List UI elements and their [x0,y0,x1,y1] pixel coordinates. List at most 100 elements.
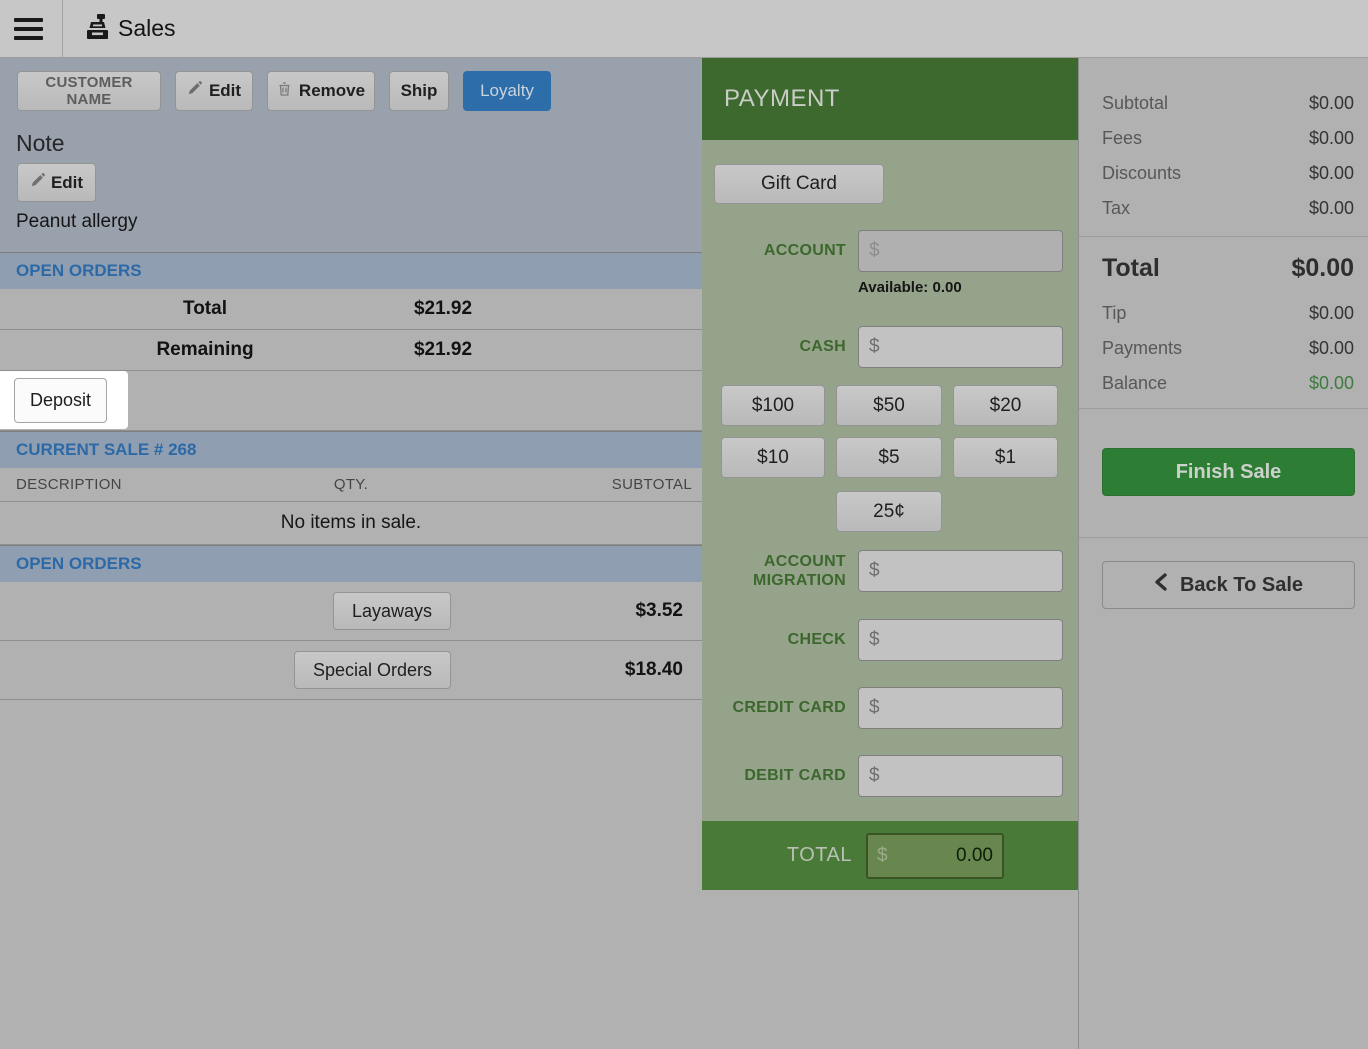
payment-total-bar: TOTAL $ [702,821,1078,890]
denomination-5-button[interactable]: $5 [836,437,942,478]
debit-card-amount-input[interactable] [880,765,1063,787]
credit-card-label: CREDIT CARD [702,698,846,717]
currency-symbol: $ [869,765,880,787]
cash-register-icon [84,13,111,48]
gift-card-button[interactable]: Gift Card [714,164,884,204]
discounts-row: Discounts $0.00 [1102,156,1354,191]
payment-title: PAYMENT [702,85,840,113]
debit-card-amount-group: $ Max [858,755,1063,797]
denomination-25c-button[interactable]: 25¢ [836,491,942,532]
account-migration-amount-input[interactable] [880,560,1063,582]
loyalty-button[interactable]: Loyalty [463,71,551,111]
sales-screen: Sales CUSTOMER NAME Edit Remove Ship Loy… [0,0,1368,1049]
debit-card-payment-row: DEBIT CARD $ Max [702,755,1063,797]
remove-customer-label: Remove [299,81,365,101]
check-amount-box: $ [859,620,1063,660]
tax-value: $0.00 [1309,198,1354,219]
denomination-50-button[interactable]: $50 [836,385,942,426]
layaways-value: $3.52 [635,600,683,622]
trash-icon [277,81,292,102]
customer-section: CUSTOMER NAME Edit Remove Ship Loyalty N… [0,58,702,252]
special-orders-row: Special Orders $18.40 [0,641,702,700]
cash-amount-group: $ Max [858,326,1063,368]
open-orders-detail-header: OPEN ORDERS [0,545,702,582]
hamburger-menu-button[interactable] [14,0,48,57]
subtotal-row: Subtotal $0.00 [1102,86,1354,121]
tip-value: $0.00 [1309,303,1354,324]
credit-card-amount-group: $ Max [858,687,1063,729]
check-payment-row: CHECK $ Max [702,619,1063,661]
payment-header: PAYMENT [702,58,1078,140]
sale-summary-panel: Subtotal $0.00 Fees $0.00 Discounts $0.0… [1078,58,1368,1049]
cash-amount-box: $ [859,327,1063,367]
grand-total-value: $0.00 [1291,254,1354,283]
back-to-sale-button[interactable]: Back To Sale [1102,561,1355,609]
customer-note-text: Peanut allergy [16,211,137,233]
credit-card-amount-input[interactable] [880,697,1063,719]
account-payment-row: ACCOUNT $ Max [702,230,1063,272]
open-orders-remaining-row: Remaining $21.92 [0,330,702,371]
column-qty: QTY. [334,476,368,493]
fees-row: Fees $0.00 [1102,121,1354,156]
account-amount-box: $ [859,231,1063,271]
payment-panel: PAYMENT Gift Card ACCOUNT $ Max Availabl… [702,58,1078,890]
balance-row: Balance $0.00 [1102,366,1354,401]
account-available-note: Available: 0.00 [858,279,962,296]
check-amount-group: $ Max [858,619,1063,661]
open-orders-total-row: Total $21.92 [0,289,702,330]
currency-symbol: $ [869,336,880,358]
topbar-divider [62,0,63,57]
cash-amount-input[interactable] [880,336,1063,358]
currency-symbol: $ [869,560,880,582]
column-description: DESCRIPTION [0,476,334,493]
grand-total-row: Total $0.00 [1102,247,1354,289]
payment-total-group: $ [866,833,1004,879]
denomination-100-button[interactable]: $100 [721,385,825,426]
summary-divider [1079,537,1368,538]
customer-name-button[interactable]: CUSTOMER NAME [17,71,161,111]
currency-symbol: $ [869,240,880,262]
discounts-label: Discounts [1102,163,1181,184]
payment-body: Gift Card ACCOUNT $ Max Available: 0.00 … [702,140,1078,821]
open-orders-summary-header: OPEN ORDERS [0,252,702,289]
currency-symbol: $ [869,697,880,719]
balance-label: Balance [1102,373,1167,394]
check-amount-input[interactable] [880,629,1063,651]
pencil-icon [187,81,202,101]
subtotal-value: $0.00 [1309,93,1354,114]
check-label: CHECK [702,630,846,649]
page-title: Sales [118,0,176,57]
currency-symbol: $ [869,629,880,651]
subtotal-label: Subtotal [1102,93,1168,114]
note-edit-button[interactable]: Edit [17,163,96,202]
fees-value: $0.00 [1309,128,1354,149]
denomination-10-button[interactable]: $10 [721,437,825,478]
tip-row: Tip $0.00 [1102,296,1354,331]
ship-button[interactable]: Ship [389,71,449,111]
current-sale-header: CURRENT SALE # 268 [0,431,702,468]
note-heading: Note [16,130,65,157]
grand-total-label: Total [1102,254,1160,283]
layaways-row: Layaways $3.52 [0,582,702,641]
account-migration-amount-box: $ [859,551,1063,591]
credit-card-amount-box: $ [859,688,1063,728]
denomination-20-button[interactable]: $20 [953,385,1058,426]
payment-total-input[interactable] [888,845,993,867]
cash-label: CASH [702,337,846,356]
denomination-1-button[interactable]: $1 [953,437,1058,478]
fees-label: Fees [1102,128,1142,149]
cash-payment-row: CASH $ Max [702,326,1063,368]
sale-left-panel: CUSTOMER NAME Edit Remove Ship Loyalty N… [0,58,702,1049]
special-orders-button[interactable]: Special Orders [294,651,451,689]
deposit-button[interactable]: Deposit [14,378,107,423]
column-subtotal: SUBTOTAL [368,476,702,493]
deposit-row: Deposit [0,371,702,431]
account-amount-input[interactable] [880,240,1063,262]
edit-customer-button[interactable]: Edit [175,71,253,111]
total-value: $21.92 [340,298,546,320]
remove-customer-button[interactable]: Remove [267,71,375,111]
layaways-button[interactable]: Layaways [333,592,451,630]
finish-sale-button[interactable]: Finish Sale [1102,448,1355,496]
empty-sale-message: No items in sale. [0,502,702,545]
edit-customer-label: Edit [209,81,241,101]
